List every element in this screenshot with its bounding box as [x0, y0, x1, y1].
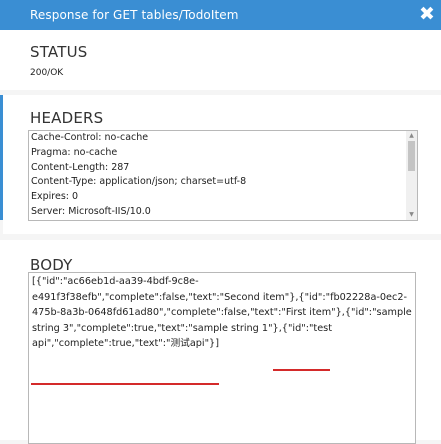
highlight-underline	[31, 383, 219, 385]
status-label: STATUS	[30, 43, 88, 61]
header-line: Pragma: no-cache	[31, 146, 118, 158]
header-line: Server: Microsoft-IIS/10.0	[31, 205, 151, 217]
status-value: 200/OK	[30, 68, 64, 78]
scroll-down-icon[interactable]: ▼	[408, 212, 415, 218]
body-section: BODY [{"id":"ac66eb1d-aa39-4bdf-9c8e- e4…	[0, 240, 441, 444]
scroll-thumb[interactable]	[408, 141, 415, 171]
response-body: [{"id":"ac66eb1d-aa39-4bdf-9c8e- e491f3f…	[32, 274, 412, 352]
body-line: [{"id":"ac66eb1d-aa39-4bdf-9c8e-	[32, 276, 199, 287]
headers-scrollbar[interactable]: ▲ ▼	[406, 131, 417, 220]
header-line: Expires: 0	[31, 191, 79, 203]
body-box[interactable]: [{"id":"ac66eb1d-aa39-4bdf-9c8e- e491f3f…	[28, 272, 416, 444]
headers-label: HEADERS	[30, 109, 104, 127]
body-line: e491f3f38efb","complete":false,"text":"S…	[32, 291, 407, 303]
title-bar: Response for GET tables/TodoItem ✖	[0, 0, 441, 30]
body-line: api","complete":true,"text":"测试api"}]	[32, 338, 219, 350]
header-line: Content-Type: application/json; charset=…	[31, 176, 247, 188]
scroll-up-icon[interactable]: ▲	[408, 133, 415, 139]
headers-box[interactable]: Cache-Control: no-cache Pragma: no-cache…	[28, 130, 418, 221]
header-line: Content-Length: 287	[31, 161, 130, 173]
headers-section: HEADERS Cache-Control: no-cache Pragma: …	[3, 95, 441, 234]
close-icon[interactable]: ✖	[417, 3, 437, 25]
header-line: Cache-Control: no-cache	[31, 132, 149, 143]
window-title: Response for GET tables/TodoItem	[30, 8, 239, 22]
highlight-underline	[273, 369, 330, 371]
body-line: 475b-8a3b-0648fd61ad80","complete":false…	[32, 307, 412, 319]
body-line: string 3","complete":true,"text":"sample…	[32, 322, 333, 334]
status-section: STATUS 200/OK	[0, 30, 441, 90]
